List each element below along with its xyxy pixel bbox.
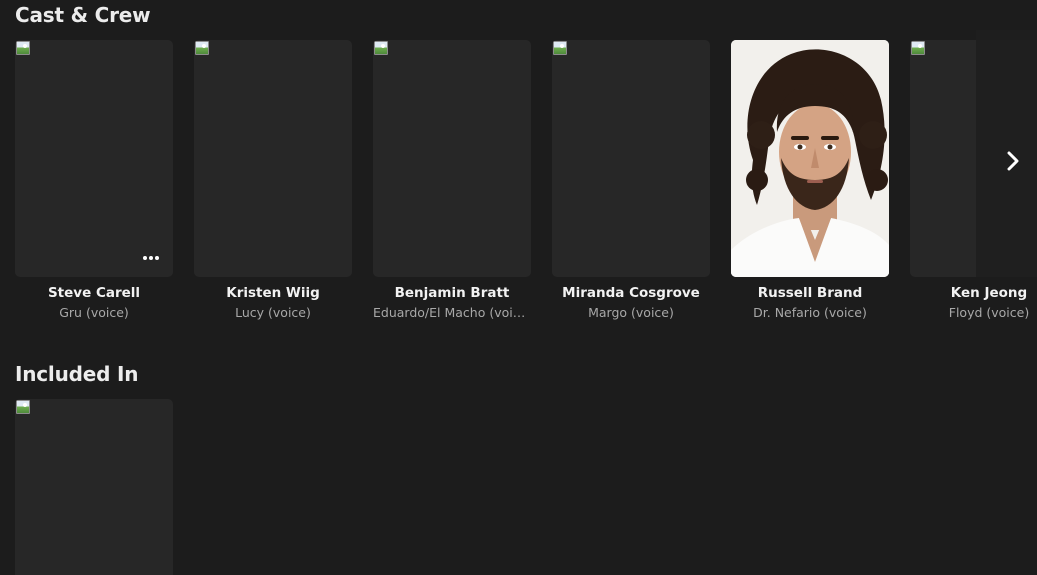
cast-role: Margo (voice)	[588, 305, 674, 320]
portrait-image	[731, 40, 889, 277]
cast-name[interactable]: Steve Carell	[15, 285, 173, 301]
broken-image-icon	[374, 41, 388, 55]
cast-photo[interactable]	[15, 40, 173, 277]
more-options-button[interactable]	[141, 253, 161, 263]
cast-role: Lucy (voice)	[235, 305, 311, 320]
collection-card[interactable]	[15, 399, 173, 575]
carousel-next-button[interactable]	[976, 30, 1037, 277]
cast-role: Gru (voice)	[59, 305, 129, 320]
broken-image-icon	[16, 400, 30, 414]
cast-photo[interactable]	[373, 40, 531, 277]
cast-name[interactable]: Russell Brand	[731, 285, 889, 301]
cast-card[interactable]: Miranda Cosgrove Margo (voice)	[552, 40, 710, 320]
broken-image-icon	[195, 41, 209, 55]
broken-image-icon	[911, 41, 925, 55]
cast-photo[interactable]	[194, 40, 352, 277]
cast-card[interactable]: Kristen Wiig Lucy (voice)	[194, 40, 352, 320]
cast-role: Eduardo/El Macho (voice)	[373, 305, 531, 320]
cast-carousel: Steve Carell Gru (voice) Kristen Wiig Lu…	[15, 40, 1037, 330]
cast-name[interactable]: Ken Jeong	[910, 285, 1037, 301]
cast-name[interactable]: Kristen Wiig	[194, 285, 352, 301]
broken-image-icon	[553, 41, 567, 55]
cast-card[interactable]: Steve Carell Gru (voice)	[15, 40, 173, 320]
cast-crew-title: Cast & Crew	[15, 3, 151, 27]
included-in-title: Included In	[15, 362, 139, 386]
cast-card[interactable]: Benjamin Bratt Eduardo/El Macho (voice)	[373, 40, 531, 320]
cast-name[interactable]: Miranda Cosgrove	[552, 285, 710, 301]
cast-role: Dr. Nefario (voice)	[753, 305, 867, 320]
cast-photo[interactable]	[731, 40, 889, 277]
cast-photo[interactable]	[552, 40, 710, 277]
cast-name[interactable]: Benjamin Bratt	[373, 285, 531, 301]
page: Cast & Crew Steve Carell Gru (voice) Kri…	[0, 0, 1037, 575]
more-horizontal-icon	[143, 256, 159, 260]
broken-image-icon	[16, 41, 30, 55]
chevron-right-icon	[1007, 151, 1019, 171]
cast-card[interactable]: Russell Brand Dr. Nefario (voice)	[731, 40, 889, 320]
cast-role: Floyd (voice)	[948, 305, 1030, 320]
